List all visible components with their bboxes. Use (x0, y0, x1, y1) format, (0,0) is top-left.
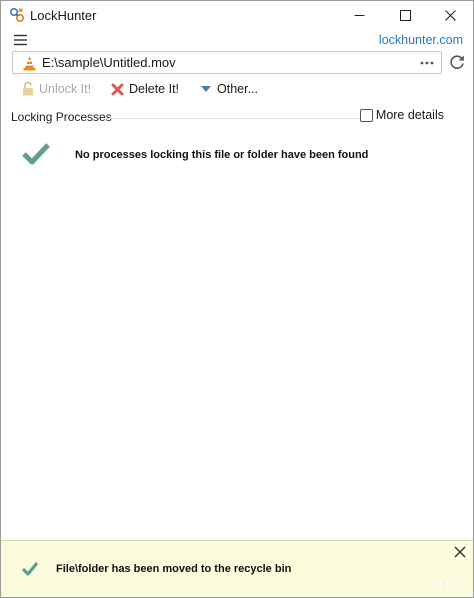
minimize-button[interactable] (336, 1, 382, 30)
unlock-icon (23, 82, 33, 96)
close-icon[interactable] (453, 545, 467, 559)
menu-bar: lockhunter.com (1, 30, 473, 50)
file-path-input[interactable] (42, 54, 402, 71)
path-bar (12, 51, 442, 74)
check-icon (22, 143, 50, 165)
locking-processes-header: Locking Processes More details (1, 106, 473, 125)
delete-button[interactable]: Delete It! (111, 80, 179, 98)
refresh-icon[interactable] (448, 53, 466, 71)
notification-bar: File\folder has been moved to the recycl… (1, 540, 473, 597)
hamburger-menu-icon[interactable] (14, 34, 27, 46)
maximize-button[interactable] (382, 1, 428, 30)
lockhunter-window: LockHunter lockhunter.com E:\sample\Unti… (0, 0, 474, 598)
red-x-icon (111, 83, 124, 95)
title-bar: LockHunter (1, 1, 473, 30)
unlock-label: Unlock It! (39, 82, 92, 96)
window-title: LockHunter (30, 8, 97, 23)
close-window-button[interactable] (427, 1, 473, 30)
browse-button[interactable] (419, 55, 435, 70)
process-list (1, 125, 473, 540)
empty-state-message: No processes locking this file or folder… (75, 149, 369, 161)
check-icon (21, 561, 39, 576)
minimize-icon (354, 15, 364, 16)
more-details-checkbox[interactable]: More details (359, 108, 444, 122)
lock-hunter-icon (9, 7, 25, 23)
triangle-down-icon (201, 86, 211, 92)
xda-watermark: XDA (429, 576, 460, 591)
lockhunter-website-link[interactable]: lockhunter.com (379, 33, 463, 47)
checkbox-box[interactable] (359, 108, 373, 122)
section-title: Locking Processes (11, 110, 112, 124)
other-button[interactable]: Other... (200, 80, 258, 98)
unlock-button[interactable]: Unlock It! (22, 80, 91, 98)
maximize-icon (399, 10, 411, 21)
close-icon (444, 10, 456, 21)
vlc-cone-icon (23, 56, 36, 71)
more-details-label: More details (375, 108, 444, 122)
empty-state: No processes locking this file or folder… (1, 139, 473, 173)
delete-label: Delete It! (129, 82, 180, 96)
section-divider (105, 118, 363, 119)
action-toolbar: Unlock It! Delete It! Other... (1, 78, 473, 100)
other-label: Other... (217, 82, 258, 96)
notification-message: File\folder has been moved to the recycl… (56, 563, 292, 575)
